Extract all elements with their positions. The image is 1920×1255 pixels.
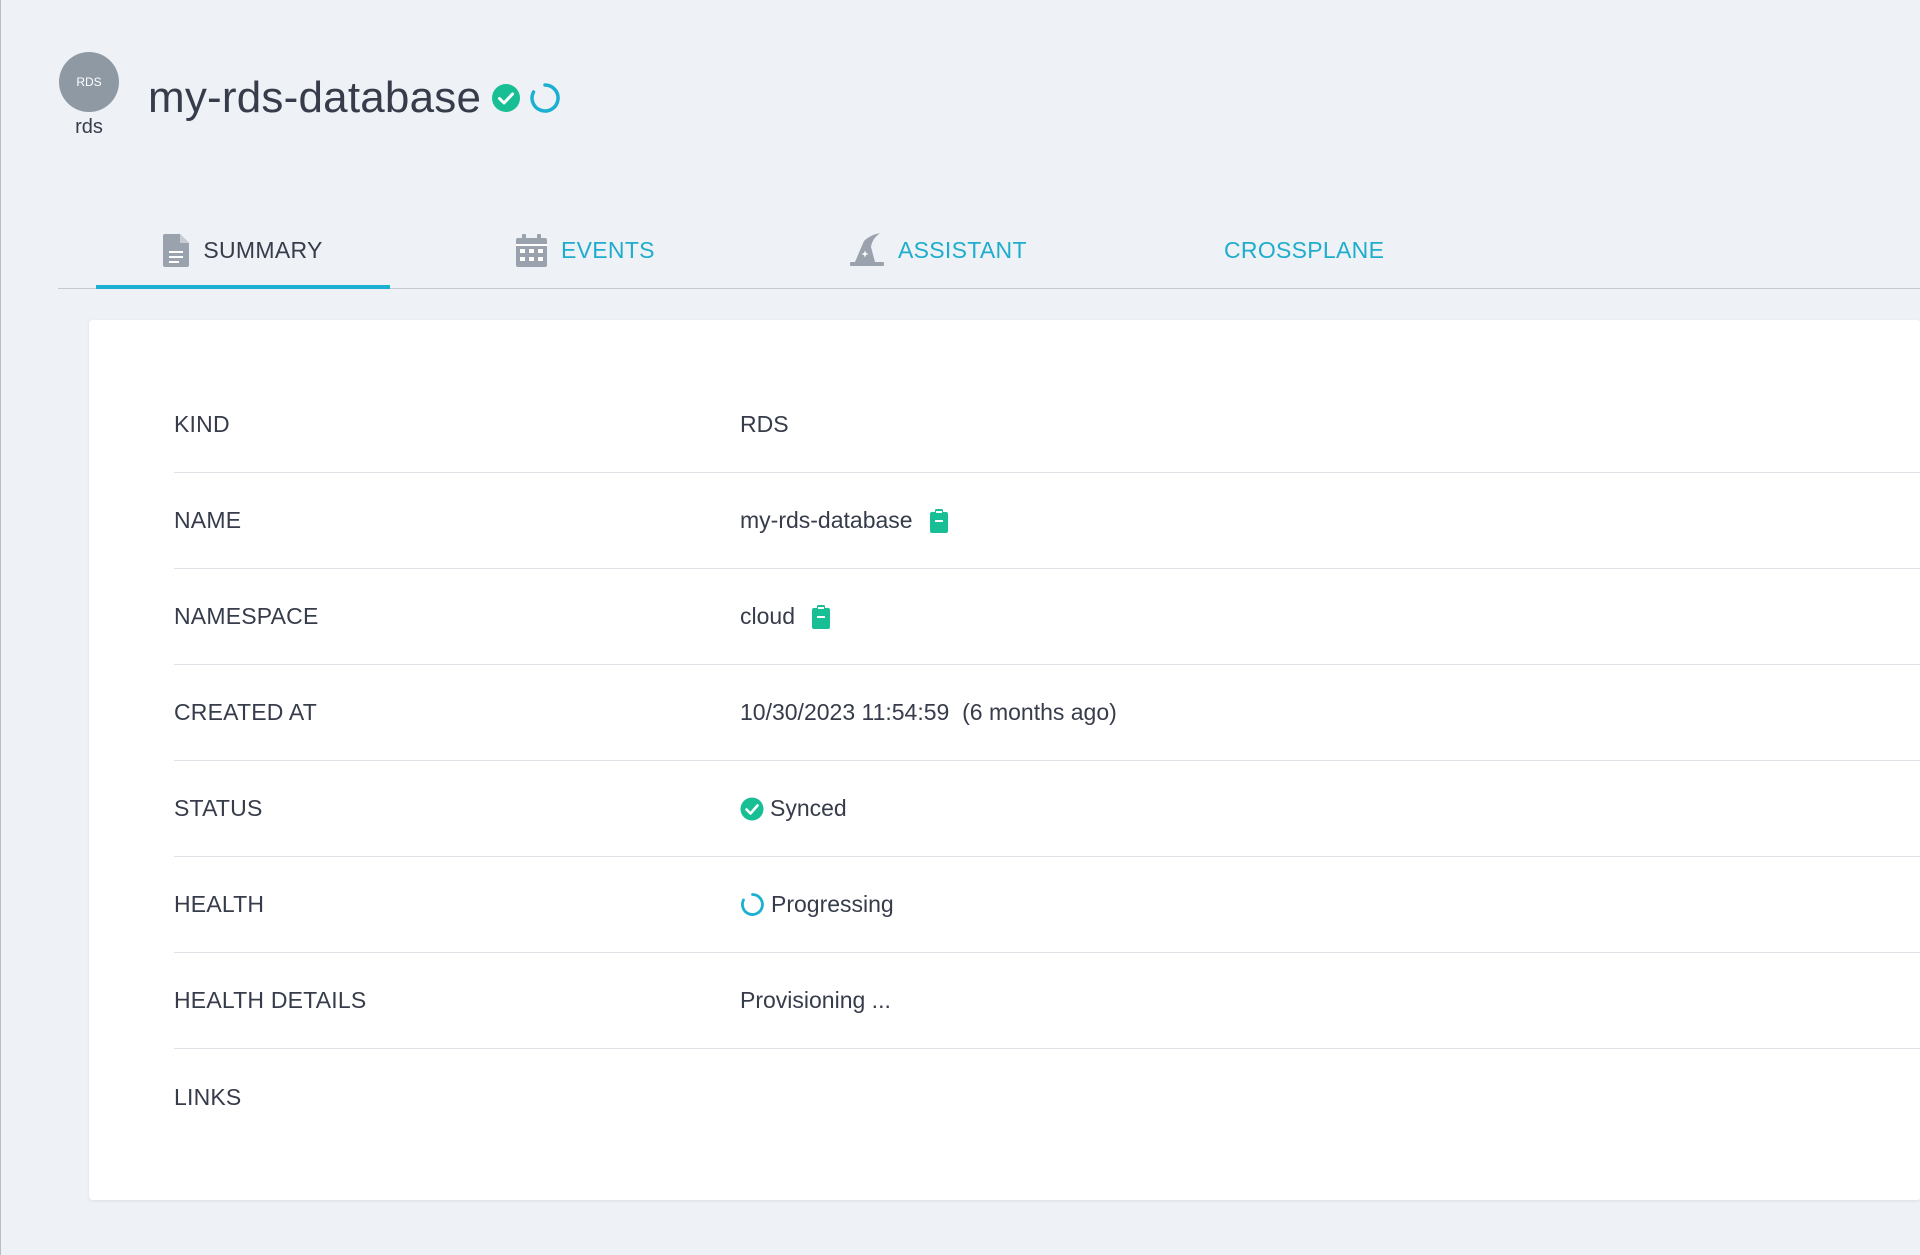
row-key: NAME <box>174 507 242 533</box>
namespace-value: cloud <box>740 603 795 629</box>
health-value: Progressing <box>771 891 894 917</box>
resource-icon: RDS <box>59 52 119 112</box>
row-value: Progressing <box>740 891 894 918</box>
row-value: Provisioning ... <box>740 987 891 1014</box>
summary-row-namespace: NAMESPACE cloud <box>174 569 1920 665</box>
page-title: my-rds-database <box>148 73 482 122</box>
tab-assistant[interactable]: ASSISTANT <box>850 212 1027 288</box>
tab-bar: SUMMARY EVENTS ASSISTANT CROSSPLANE <box>58 212 1920 289</box>
clipboard-icon[interactable] <box>811 604 830 629</box>
summary-card: KIND RDS NAME my-rds-database NAMESPACE … <box>89 320 1920 1200</box>
created-at-value: 10/30/2023 11:54:59 (6 months ago) <box>740 699 1117 725</box>
row-value: Synced <box>740 795 847 822</box>
document-icon <box>163 233 190 267</box>
resource-kind-label: rds <box>75 116 103 138</box>
row-key: HEALTH <box>174 891 265 917</box>
resource-detail-page: RDS rds my-rds-database SUMMARY EVENTS A… <box>0 0 1920 1255</box>
title-row: my-rds-database <box>148 70 561 126</box>
row-value: cloud <box>740 603 830 630</box>
resource-kind-badge: RDS rds <box>58 52 120 139</box>
summary-row-status: STATUS Synced <box>174 761 1920 857</box>
tab-label: ASSISTANT <box>898 236 1027 263</box>
check-circle-icon <box>740 797 764 821</box>
row-key: KIND <box>174 411 230 437</box>
row-value: 10/30/2023 11:54:59 (6 months ago) <box>740 699 1117 726</box>
summary-row-created-at: CREATED AT 10/30/2023 11:54:59 (6 months… <box>174 665 1920 761</box>
name-value: my-rds-database <box>740 507 913 533</box>
check-circle-icon <box>491 83 521 113</box>
row-value: my-rds-database <box>740 507 948 534</box>
summary-row-health: HEALTH Progressing <box>174 857 1920 953</box>
tab-label: CROSSPLANE <box>1224 236 1385 263</box>
row-key: LINKS <box>174 1083 242 1110</box>
row-key: HEALTH DETAILS <box>174 987 367 1013</box>
calendar-icon <box>516 233 547 267</box>
row-key: NAMESPACE <box>174 603 319 629</box>
clipboard-icon[interactable] <box>929 508 948 533</box>
summary-row-health-details: HEALTH DETAILS Provisioning ... <box>174 953 1920 1049</box>
summary-row-kind: KIND RDS <box>174 377 1920 473</box>
row-key: STATUS <box>174 795 263 821</box>
wizard-hat-icon <box>850 233 884 267</box>
tab-summary[interactable]: SUMMARY <box>96 212 390 289</box>
kind-value: RDS <box>740 411 789 437</box>
tab-events[interactable]: EVENTS <box>516 212 655 288</box>
tab-crossplane[interactable]: CROSSPLANE <box>1224 212 1384 288</box>
health-details-value: Provisioning ... <box>740 987 891 1013</box>
progressing-circle-icon <box>529 82 561 114</box>
progressing-circle-icon <box>740 892 765 917</box>
summary-row-name: NAME my-rds-database <box>174 473 1920 569</box>
summary-table: KIND RDS NAME my-rds-database NAMESPACE … <box>174 377 1920 1145</box>
row-value: RDS <box>740 411 789 438</box>
tab-label: SUMMARY <box>203 236 323 263</box>
tab-label: EVENTS <box>561 236 655 263</box>
summary-row-links: LINKS <box>174 1049 1920 1145</box>
row-key: CREATED AT <box>174 699 317 725</box>
status-value: Synced <box>770 795 847 821</box>
